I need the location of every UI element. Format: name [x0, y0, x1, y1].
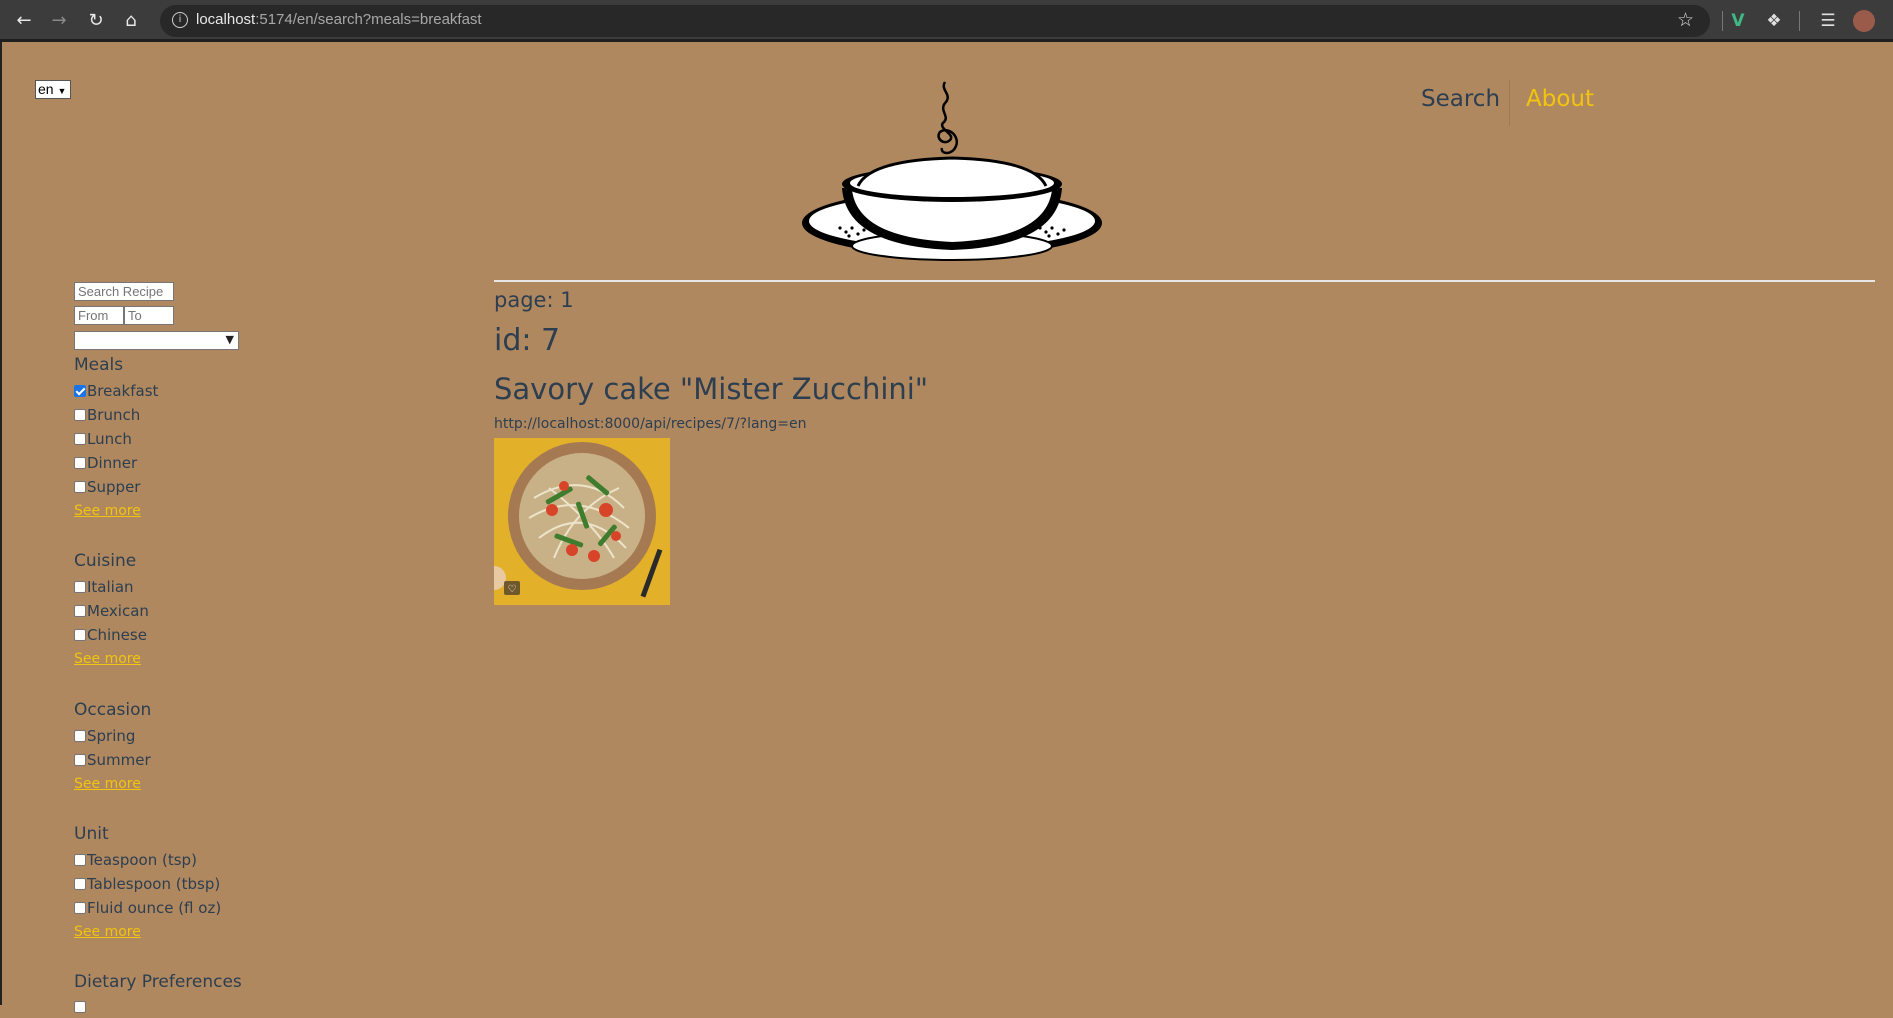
checkbox[interactable] [74, 1001, 86, 1013]
info-icon[interactable]: i [172, 12, 188, 28]
recipe-image[interactable]: ♡ [494, 438, 670, 605]
filter-option[interactable]: Breakfast [74, 382, 158, 402]
filter-group-title: Meals [74, 355, 124, 375]
see-more-link[interactable]: See more [74, 651, 141, 667]
filter-option[interactable]: Lunch [74, 430, 132, 450]
filter-option-label: Fluid ounce (fl oz) [87, 899, 222, 917]
filter-option-label: Italian [87, 578, 134, 596]
checkbox[interactable] [74, 409, 86, 421]
see-more-link[interactable]: See more [74, 503, 141, 519]
language-value: en [38, 81, 54, 97]
header-divider [494, 280, 1875, 282]
filter-option[interactable]: Mexican [74, 602, 149, 622]
filter-group-title: Unit [74, 824, 109, 844]
media-icon[interactable]: ☰ [1816, 9, 1840, 33]
recipe-api-url: http://localhost:8000/api/recipes/7/?lan… [494, 416, 807, 432]
filter-group-title: Dietary Preferences [74, 972, 242, 992]
checkbox[interactable] [74, 902, 86, 914]
filter-option[interactable]: Chinese [74, 626, 147, 646]
forward-icon[interactable]: → [47, 9, 71, 33]
checkbox[interactable] [74, 730, 86, 742]
recipe-title[interactable]: Savory cake "Mister Zucchini" [494, 372, 928, 406]
filter-option[interactable] [74, 998, 87, 1018]
soup-bowl-logo [802, 81, 1102, 261]
toolbar-divider [1799, 11, 1800, 31]
checkbox[interactable] [74, 433, 86, 445]
filter-option[interactable]: Teaspoon (tsp) [74, 851, 197, 871]
filter-option[interactable]: Italian [74, 578, 134, 598]
url-text[interactable]: localhost:5174/en/search?meals=breakfast [196, 11, 482, 28]
filter-group-title: Cuisine [74, 551, 137, 571]
filter-option-label: Lunch [87, 430, 132, 448]
extensions-icon[interactable]: ❖ [1762, 9, 1786, 33]
checkbox[interactable] [74, 629, 86, 641]
page-indicator: page: 1 [494, 288, 574, 312]
filter-option-label: Brunch [87, 406, 141, 424]
star-icon[interactable]: ☆ [1677, 9, 1694, 31]
address-bar[interactable]: i localhost:5174/en/search?meals=breakfa… [160, 5, 1710, 37]
checkbox[interactable] [74, 854, 86, 866]
filter-option-label: Tablespoon (tbsp) [87, 875, 221, 893]
recipe-id: id: 7 [494, 323, 561, 358]
checkbox[interactable] [74, 754, 86, 766]
home-icon[interactable]: ⌂ [119, 9, 143, 33]
filter-option-label: Summer [87, 751, 151, 769]
filter-option[interactable]: Brunch [74, 406, 140, 426]
filter-option-label: Spring [87, 727, 136, 745]
checkbox[interactable] [74, 457, 86, 469]
see-more-link[interactable]: See more [74, 776, 141, 792]
search-recipe-input[interactable]: Search Recipe [74, 282, 174, 301]
nav-search-link[interactable]: Search [1421, 86, 1500, 112]
checkbox[interactable] [74, 481, 86, 493]
filter-option-label: Chinese [87, 626, 147, 644]
filter-option[interactable]: Summer [74, 751, 151, 771]
see-more-link[interactable]: See more [74, 924, 141, 940]
browser-toolbar: ← → ↻ ⌂ i localhost:5174/en/search?meals… [0, 0, 1893, 42]
filter-option-label: Supper [87, 478, 141, 496]
to-input[interactable]: To [124, 306, 174, 325]
filter-option[interactable]: Fluid ounce (fl oz) [74, 899, 221, 919]
filter-option-label: Breakfast [87, 382, 159, 400]
filter-group-title: Occasion [74, 700, 152, 720]
checkbox[interactable] [74, 605, 86, 617]
filter-option[interactable]: Spring [74, 727, 135, 747]
chevron-down-icon: ▼ [57, 86, 67, 96]
checkbox[interactable] [74, 878, 86, 890]
filter-option[interactable]: Tablespoon (tbsp) [74, 875, 220, 895]
reload-icon[interactable]: ↻ [84, 9, 108, 33]
filter-option[interactable]: Supper [74, 478, 140, 498]
language-select[interactable]: en ▼ [35, 80, 71, 99]
sort-select[interactable]: ▼ [74, 331, 239, 350]
filter-option-label: Teaspoon (tsp) [87, 851, 197, 869]
checkbox[interactable] [74, 581, 86, 593]
back-icon[interactable]: ← [12, 9, 36, 33]
filter-option-label: Mexican [87, 602, 149, 620]
checkbox[interactable] [74, 385, 86, 397]
url-host: localhost [196, 11, 256, 28]
nav-about-link[interactable]: About [1526, 86, 1594, 112]
nav-divider [1509, 80, 1510, 126]
chevron-down-icon: ▼ [225, 333, 234, 346]
filter-option-label: Dinner [87, 454, 138, 472]
profile-avatar[interactable] [1853, 10, 1875, 32]
vue-devtools-icon[interactable]: V [1726, 9, 1750, 33]
svg-text:♡: ♡ [508, 584, 517, 595]
filter-option[interactable]: Dinner [74, 454, 137, 474]
toolbar-divider [1722, 11, 1723, 31]
url-path: :5174/en/search?meals=breakfast [255, 11, 482, 28]
window-edge [0, 42, 2, 1005]
from-input[interactable]: From [74, 306, 124, 325]
